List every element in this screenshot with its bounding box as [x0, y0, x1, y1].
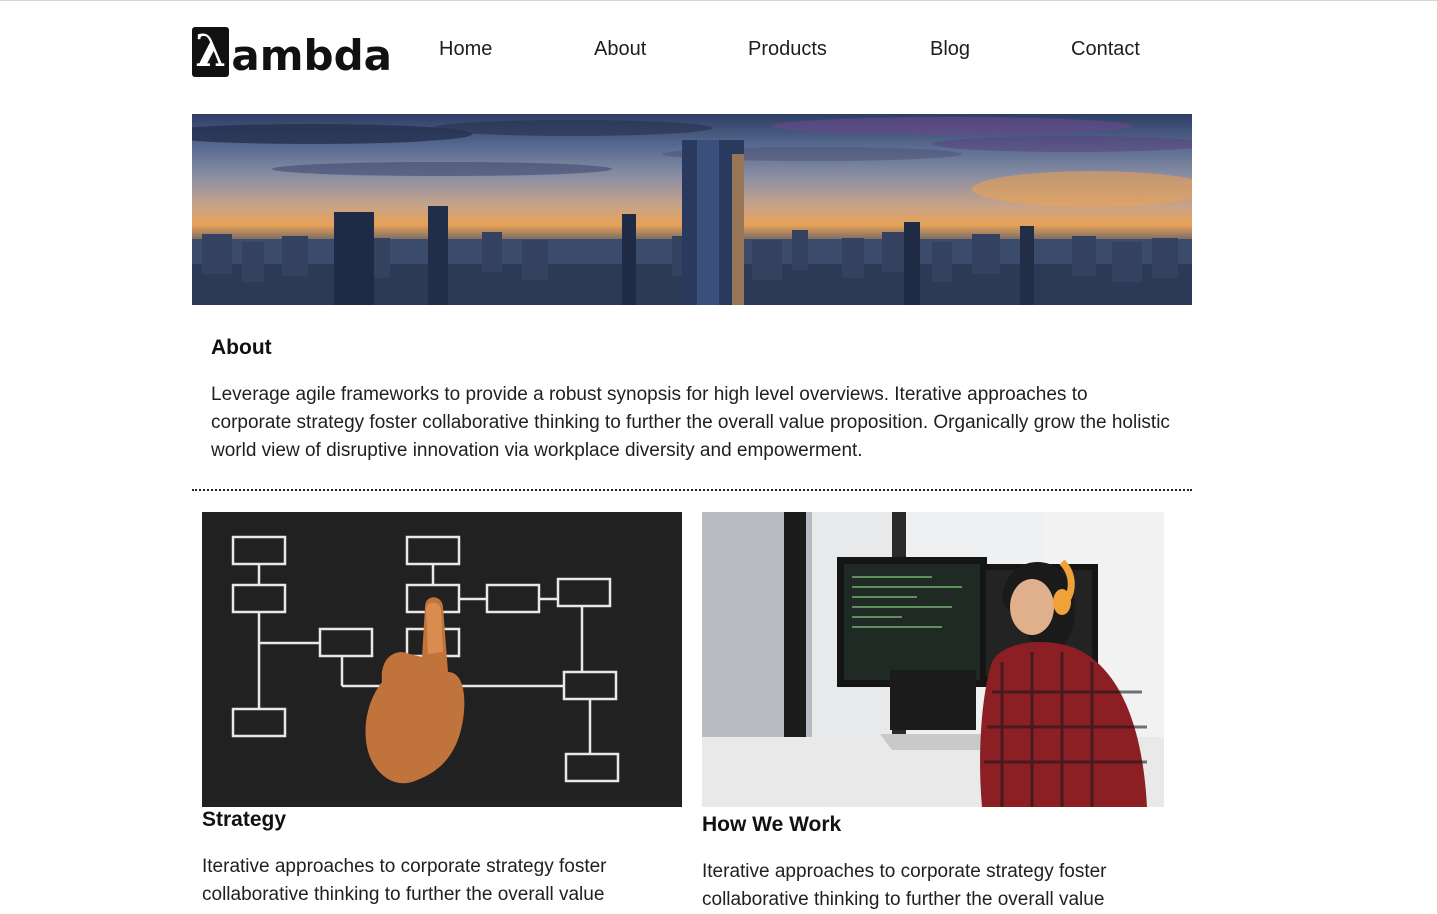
nav-home[interactable]: Home — [439, 38, 492, 61]
nav-about[interactable]: About — [594, 38, 646, 61]
how-we-work-paragraph: Iterative approaches to corporate strate… — [702, 861, 1107, 910]
about-heading: About — [211, 336, 272, 359]
city-skyline-image — [192, 117, 1192, 305]
strategy-image — [202, 512, 682, 807]
page-container: λ ambda Home About Products Blog Contact — [192, 0, 1192, 910]
hero-image — [192, 114, 1192, 305]
site-header: λ ambda Home About Products Blog Contact — [192, 0, 1192, 110]
strategy-paragraph: Iterative approaches to corporate strate… — [202, 856, 607, 905]
how-we-work-image — [702, 512, 1164, 807]
nav-blog[interactable]: Blog — [930, 38, 970, 61]
section-divider — [192, 489, 1192, 491]
about-paragraph: Leverage agile frameworks to provide a r… — [211, 384, 1170, 461]
how-we-work-heading: How We Work — [702, 813, 842, 836]
flowchart-hand-image — [231, 535, 620, 784]
main-nav: Home About Products Blog Contact — [192, 38, 1192, 64]
developer-workstation-image — [702, 512, 1164, 807]
nav-products[interactable]: Products — [748, 38, 827, 61]
strategy-heading: Strategy — [202, 808, 287, 831]
nav-contact[interactable]: Contact — [1071, 38, 1140, 61]
